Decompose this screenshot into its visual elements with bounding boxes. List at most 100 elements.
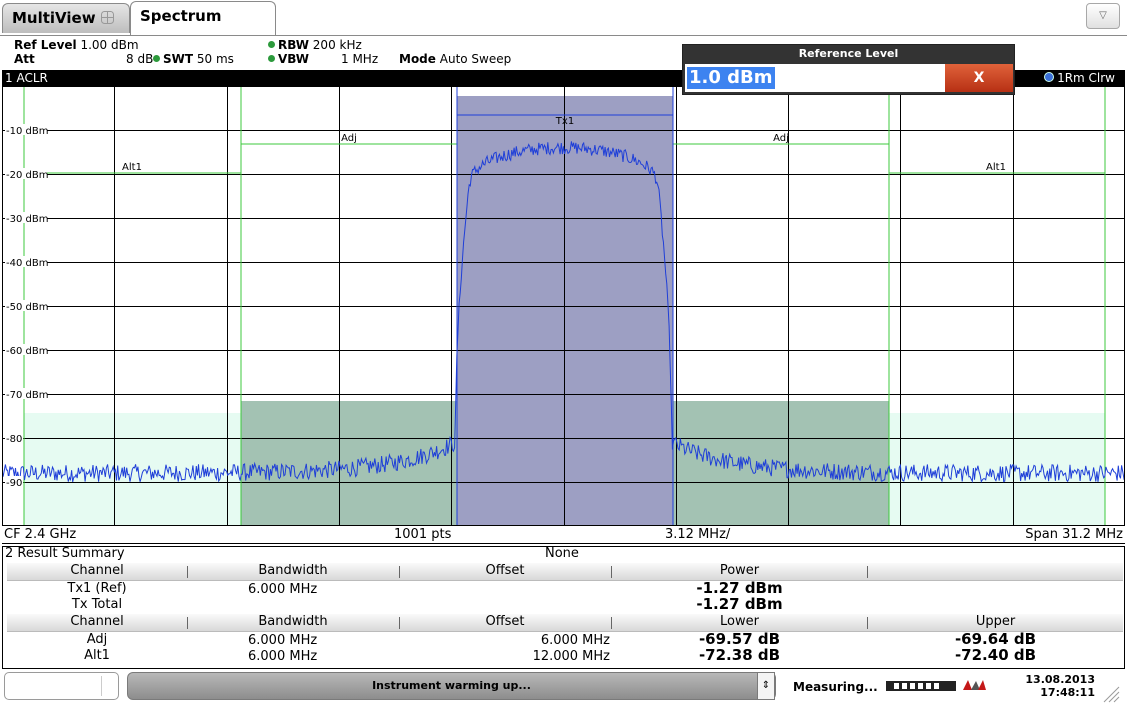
att-value-setting[interactable]: 8 dB <box>126 53 153 65</box>
table-cell: -72.40 dB <box>954 646 1037 664</box>
sweep-points: 1001 pts <box>394 527 452 542</box>
tab-multiview-label: MultiView <box>12 9 96 27</box>
column-header: Power <box>719 563 760 578</box>
status-bar: Instrument warming up... ⇕ Measuring... … <box>0 669 1127 707</box>
reference-level-dialog: Reference Level 1.0 dBm X <box>682 44 1015 95</box>
table-cell: -69.64 dB <box>954 630 1037 648</box>
status-message-scroll-button[interactable]: ⇕ <box>757 672 775 700</box>
table-cell: -72.38 dB <box>698 646 781 664</box>
swt-setting[interactable]: SWT 50 ms <box>153 53 234 65</box>
division-width: 3.12 MHz/ <box>665 527 731 542</box>
tab-divider <box>0 35 1127 36</box>
up-down-arrow-icon: ⇕ <box>761 680 771 691</box>
reference-level-input[interactable]: 1.0 dBm <box>685 64 945 92</box>
y-tick-label: -80 <box>6 434 22 445</box>
trace-legend[interactable]: 1Rm Clrw <box>1044 71 1115 85</box>
table-cell: 6.000 MHz <box>248 582 318 597</box>
spectrum-plot[interactable]: -10 dBm -20 dBm -30 dBm -40 dBm -50 dBm -60 d… <box>2 86 1125 526</box>
table-cell: Tx Total <box>71 597 123 612</box>
column-header: Bandwidth <box>258 614 328 629</box>
vbw-setting[interactable]: VBW <box>268 53 309 65</box>
window-1-title: 1 ACLR <box>5 71 48 85</box>
time: 17:48:11 <box>1040 686 1095 699</box>
status-message[interactable]: Instrument warming up... <box>127 672 776 700</box>
vbw-value-setting[interactable]: 1 MHz <box>341 53 378 65</box>
table-cell: Tx1 (Ref) <box>67 581 127 596</box>
rbw-label: RBW <box>278 38 309 52</box>
tab-spectrum-label: Spectrum <box>140 7 222 25</box>
window-1-footer: CF 2.4 GHz 1001 pts 3.12 MHz/ Span 31.2 … <box>2 525 1125 544</box>
close-icon: X <box>973 70 985 86</box>
y-tick-label: -30 dBm <box>6 214 48 225</box>
alt-right-channel-fill <box>889 413 1105 525</box>
measurement-progress-bar <box>886 681 956 691</box>
date-time: 13.08.2013 17:48:11 <box>1023 673 1095 699</box>
table-cell: -69.57 dB <box>698 630 781 648</box>
tab-spectrum[interactable]: Spectrum <box>130 1 276 36</box>
center-frequency: CF 2.4 GHz <box>4 527 77 542</box>
resize-grip-icon[interactable] <box>1100 681 1120 703</box>
input-divider <box>101 676 102 696</box>
vbw-value: 1 MHz <box>341 52 379 66</box>
table-cell: 6.000 MHz <box>248 649 318 664</box>
window-2-title-bar: 2 Result Summary None <box>2 546 1125 561</box>
date: 13.08.2013 <box>1025 673 1095 686</box>
progress-segment <box>894 683 899 689</box>
column-header: Offset <box>485 614 525 629</box>
ref-level-setting[interactable]: Ref Level 1.00 dBm <box>14 39 139 51</box>
reference-level-dialog-title: Reference Level <box>798 47 899 60</box>
result-summary-table: Channel Bandwidth Offset Power Tx1 (Ref)… <box>2 561 1125 669</box>
channel-label-adj-left: Adj <box>341 133 357 144</box>
channel-label-tx1: Tx1 <box>555 116 574 127</box>
coupled-indicator-icon <box>268 55 275 62</box>
status-input-field[interactable] <box>4 672 119 700</box>
tab-bar: MultiView Spectrum ▽ <box>0 0 1127 36</box>
table-cell: -1.27 dBm <box>696 595 783 613</box>
tab-multiview[interactable]: MultiView <box>2 3 130 33</box>
att-value: 8 dB <box>126 52 154 66</box>
multiview-grid-icon <box>100 11 114 24</box>
table-cell: Alt1 <box>84 648 110 663</box>
table-cell: 6.000 MHz <box>540 633 610 648</box>
column-header: Lower <box>720 614 759 629</box>
att-label: Att <box>14 52 35 66</box>
column-divider <box>867 566 868 578</box>
vbw-label: VBW <box>278 52 310 66</box>
y-tick-label: -50 dBm <box>6 302 48 313</box>
adj-left-channel-fill <box>241 401 457 525</box>
adj-right-channel-fill <box>673 401 889 525</box>
y-tick-label: -20 dBm <box>6 170 48 181</box>
swt-label: SWT <box>163 52 194 66</box>
rbw-value: 200 kHz <box>312 38 362 52</box>
progress-segment <box>926 683 931 689</box>
swt-value: 50 ms <box>196 52 234 66</box>
mode-value: Auto Sweep <box>439 52 512 66</box>
att-label-setting[interactable]: Att <box>14 53 35 65</box>
trace-color-icon <box>1044 72 1055 82</box>
y-tick-label: -70 dBm <box>6 390 48 401</box>
span: Span 31.2 MHz <box>1025 527 1123 542</box>
chevron-down-icon: ▽ <box>1099 10 1107 21</box>
window-menu-dropdown-button[interactable]: ▽ <box>1086 3 1120 29</box>
hardware-status-icon <box>963 680 986 690</box>
reference-level-close-button[interactable]: X <box>945 64 1013 92</box>
rbw-setting[interactable]: RBW 200 kHz <box>268 39 362 51</box>
reference-level-value: 1.0 dBm <box>687 67 775 89</box>
coupled-indicator-icon <box>268 41 275 48</box>
column-header: Upper <box>975 614 1016 629</box>
ref-level-value: 1.00 dBm <box>80 38 139 52</box>
mode-setting[interactable]: Mode Auto Sweep <box>399 53 511 65</box>
y-tick-label: -10 dBm <box>6 126 48 137</box>
table-cell: 6.000 MHz <box>248 633 318 648</box>
table-cell: Adj <box>86 632 108 647</box>
result-summary-mode: None <box>545 546 579 561</box>
channel-label-adj-right: Adj <box>773 133 789 144</box>
y-tick-label: -90 <box>6 478 22 489</box>
trace-legend-label: 1Rm Clrw <box>1057 71 1115 85</box>
ref-level-label: Ref Level <box>14 38 77 52</box>
column-header: Offset <box>485 563 525 578</box>
window-2-title: 2 Result Summary <box>5 546 125 561</box>
progress-segment <box>934 683 939 689</box>
measuring-status: Measuring... <box>793 680 878 694</box>
progress-segment <box>910 683 915 689</box>
